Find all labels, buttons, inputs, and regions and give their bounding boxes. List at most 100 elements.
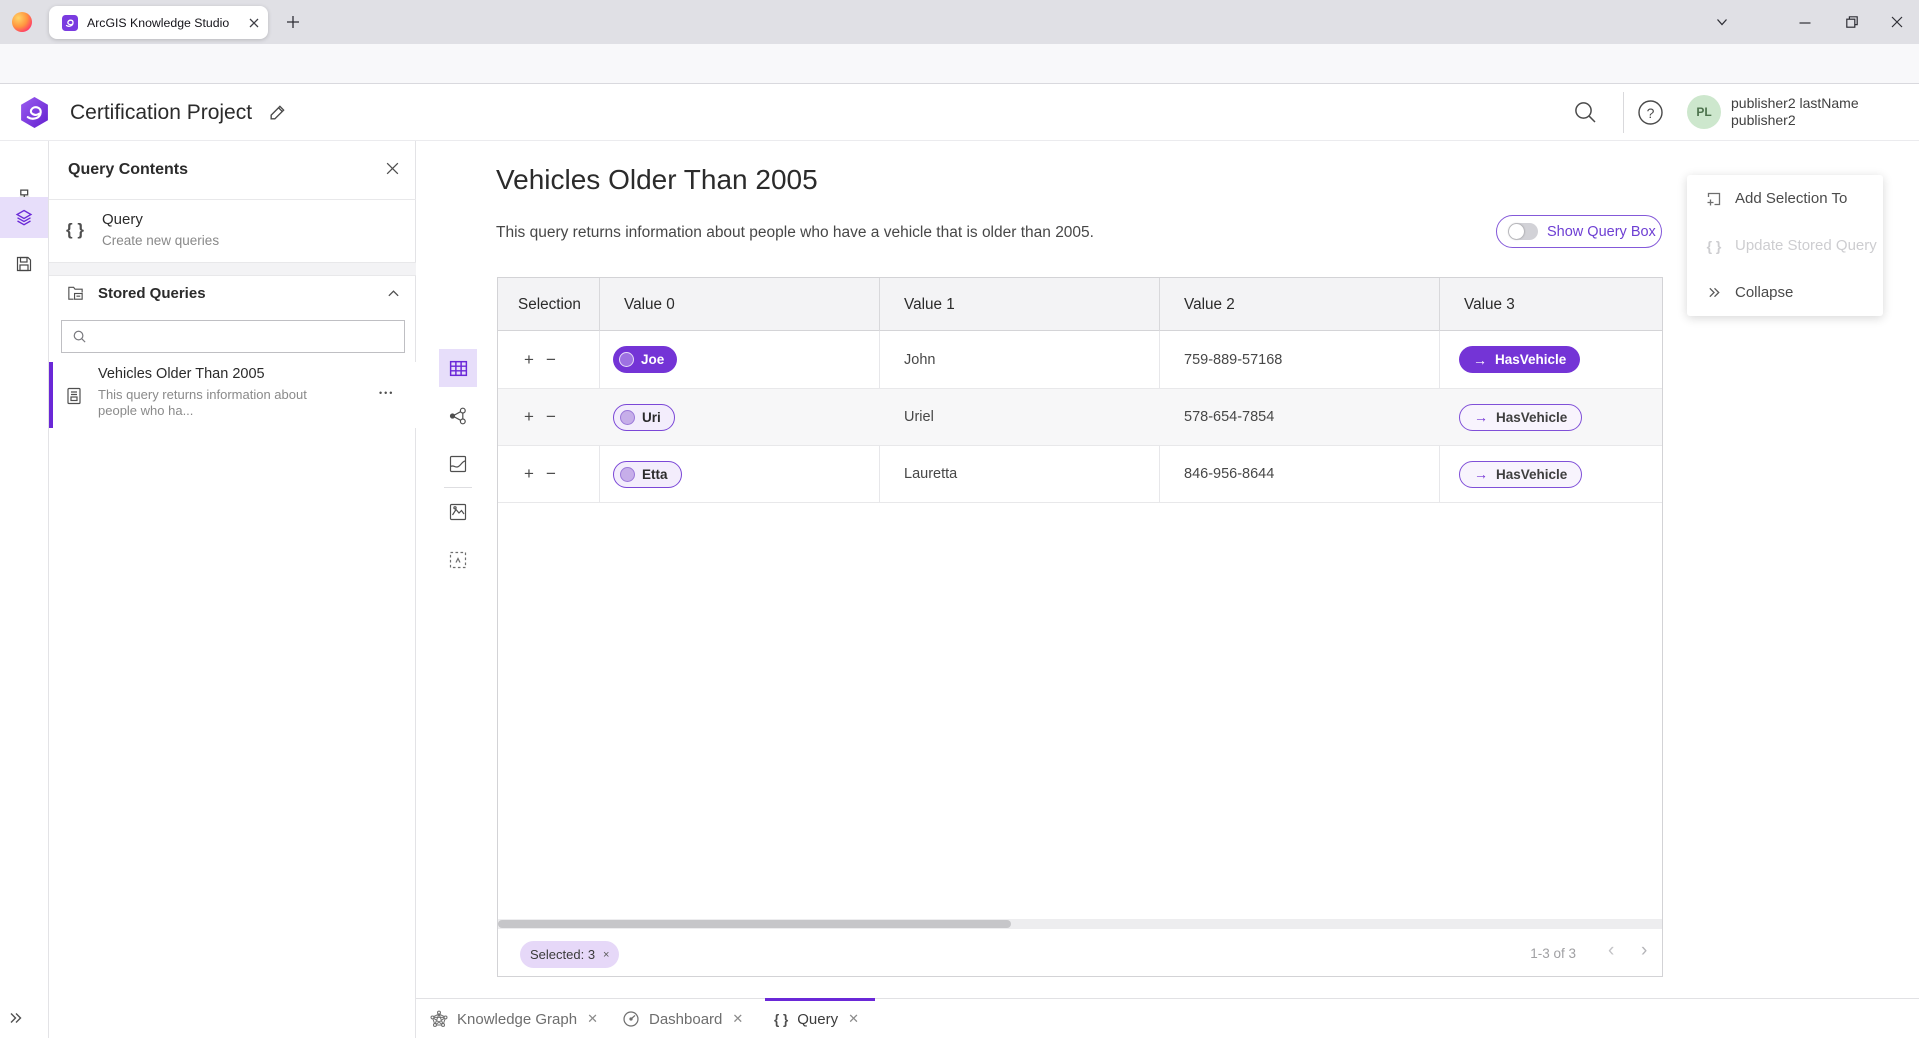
menu-update-stored-query: { } Update Stored Query (1687, 222, 1883, 269)
view-map-icon[interactable] (439, 445, 477, 483)
tab-dashboard[interactable]: Dashboard ✕ (622, 999, 743, 1039)
entity-dot-icon (620, 410, 635, 425)
vtool-divider (444, 487, 472, 488)
tab-query-active[interactable]: { } Query ✕ (774, 999, 859, 1039)
active-tab-indicator (765, 998, 875, 1001)
relationship-arrow-icon: → (1474, 466, 1488, 482)
page-title: Vehicles Older Than 2005 (496, 164, 818, 196)
search-input[interactable] (87, 321, 404, 352)
user-name: publisher2 lastName publisher2 (1731, 95, 1859, 129)
menu-add-selection-to[interactable]: Add Selection To (1687, 175, 1883, 222)
cell-name: Lauretta (879, 446, 1159, 502)
col-value1: Value 1 (879, 278, 1159, 331)
table-header: Selection Value 0 Value 1 Value 2 Value … (498, 278, 1662, 331)
pagination-prev-icon[interactable]: ‹ (1608, 940, 1614, 962)
window-restore-button[interactable] (1837, 7, 1867, 37)
view-link-chart-icon[interactable] (439, 397, 477, 435)
tab-close-icon[interactable]: ✕ (848, 1011, 859, 1027)
chip-close-icon[interactable]: × (603, 949, 609, 961)
folder-icon (66, 284, 85, 303)
view-selection-box-icon[interactable] (439, 541, 477, 579)
avatar[interactable]: PL (1687, 95, 1721, 129)
dashboard-gauge-icon (622, 1010, 640, 1028)
firefox-icon[interactable] (12, 12, 32, 32)
arcgis-knowledge-logo (18, 96, 51, 129)
entity-dot-icon (620, 467, 635, 482)
query-item-subtitle: Create new queries (102, 233, 219, 248)
tab-knowledge-graph[interactable]: Knowledge Graph ✕ (430, 999, 598, 1039)
browser-tab[interactable]: ArcGIS Knowledge Studio (49, 6, 268, 39)
remove-selection-button[interactable]: − (540, 464, 562, 484)
help-icon[interactable]: ? (1637, 99, 1665, 127)
stored-queries-header[interactable]: Stored Queries (49, 276, 416, 312)
relationship-pill[interactable]: → HasVehicle (1459, 404, 1582, 431)
remove-selection-button[interactable]: − (540, 350, 562, 370)
browser-toolbar: https://dev0028833.esri.com/portal/apps/… (0, 44, 1919, 84)
window-close-button[interactable] (1882, 7, 1912, 37)
relationship-arrow-icon: → (1474, 409, 1488, 425)
query-list-item[interactable]: { } Query Create new queries (49, 200, 416, 263)
new-tab-button[interactable] (278, 7, 308, 37)
braces-icon: { } (774, 1012, 788, 1027)
edit-pencil-icon[interactable] (268, 103, 287, 122)
tab-close-icon[interactable]: ✕ (587, 1011, 598, 1027)
rail-layers-icon-selected[interactable] (0, 197, 48, 238)
tab-close-icon[interactable]: ✕ (732, 1011, 743, 1027)
entity-pill[interactable]: Etta (613, 461, 682, 488)
show-query-box-label: Show Query Box (1547, 224, 1656, 240)
results-table: Selection Value 0 Value 1 Value 2 Value … (497, 277, 1663, 977)
question-glyph: ? (1637, 99, 1664, 126)
stored-query-item[interactable]: Vehicles Older Than 2005 This query retu… (49, 362, 416, 428)
entity-pill[interactable]: Uri (613, 404, 675, 431)
scrollbar-thumb[interactable] (498, 920, 1011, 928)
cell-phone: 759-889-57168 (1159, 331, 1439, 388)
stored-query-title: Vehicles Older Than 2005 (98, 366, 265, 382)
double-chevron-right-icon (1704, 285, 1724, 300)
panel-title: Query Contents (68, 161, 188, 179)
entity-pill[interactable]: Joe (613, 346, 677, 373)
left-rail (0, 141, 49, 1038)
user-name-line1: publisher2 lastName (1731, 95, 1859, 112)
project-title: Certification Project (70, 84, 252, 141)
search-small-icon (72, 329, 87, 344)
add-selection-button[interactable]: + (518, 464, 540, 484)
stored-query-doc-icon (64, 386, 84, 406)
add-selection-button[interactable]: + (518, 407, 540, 427)
show-query-box-toggle[interactable]: Show Query Box (1496, 215, 1662, 248)
relationship-pill[interactable]: → HasVehicle (1459, 461, 1582, 488)
add-selection-button[interactable]: + (518, 350, 540, 370)
panel-close-icon[interactable] (385, 161, 400, 176)
pagination-next-icon[interactable]: › (1641, 940, 1647, 962)
view-map-layers-icon[interactable] (439, 493, 477, 531)
app-header: Certification Project ? PL publisher2 la… (0, 84, 1919, 141)
search-icon[interactable] (1572, 99, 1600, 127)
menu-collapse[interactable]: Collapse (1687, 269, 1883, 316)
table-row: + − Joe John 759-889-57168 → HasVehicle (498, 331, 1662, 389)
table-row: + − Etta Lauretta 846-956-8644 → HasVehi… (498, 446, 1662, 503)
relationship-pill[interactable]: → HasVehicle (1459, 346, 1580, 373)
entity-dot-icon (619, 352, 634, 367)
user-name-line2: publisher2 (1731, 112, 1859, 129)
item-ellipsis-menu[interactable]: ••• (379, 388, 394, 398)
selected-count-chip[interactable]: Selected: 3 × (520, 941, 619, 968)
stored-queries-search[interactable] (61, 320, 405, 353)
pagination-range: 1-3 of 3 (1510, 946, 1576, 961)
selected-indicator (49, 362, 53, 428)
header-divider (1623, 92, 1624, 133)
view-table-icon[interactable] (439, 349, 477, 387)
rail-save-icon[interactable] (0, 244, 48, 284)
tab-close-icon[interactable] (248, 17, 260, 29)
chevron-up-icon[interactable] (387, 287, 400, 300)
toggle-track[interactable] (1508, 223, 1538, 240)
cell-name: Uriel (879, 389, 1159, 445)
braces-icon: { } (66, 220, 84, 240)
horizontal-scrollbar[interactable] (498, 919, 1662, 929)
browser-tab-bar: ArcGIS Knowledge Studio (0, 0, 1919, 44)
tab-list-dropdown-icon[interactable] (1707, 7, 1737, 37)
col-selection: Selection (498, 278, 599, 331)
window-minimize-button[interactable] (1790, 7, 1820, 37)
expand-panel-icon[interactable] (0, 998, 48, 1038)
remove-selection-button[interactable]: − (540, 407, 562, 427)
col-value3: Value 3 (1439, 278, 1662, 331)
col-value2: Value 2 (1159, 278, 1439, 331)
